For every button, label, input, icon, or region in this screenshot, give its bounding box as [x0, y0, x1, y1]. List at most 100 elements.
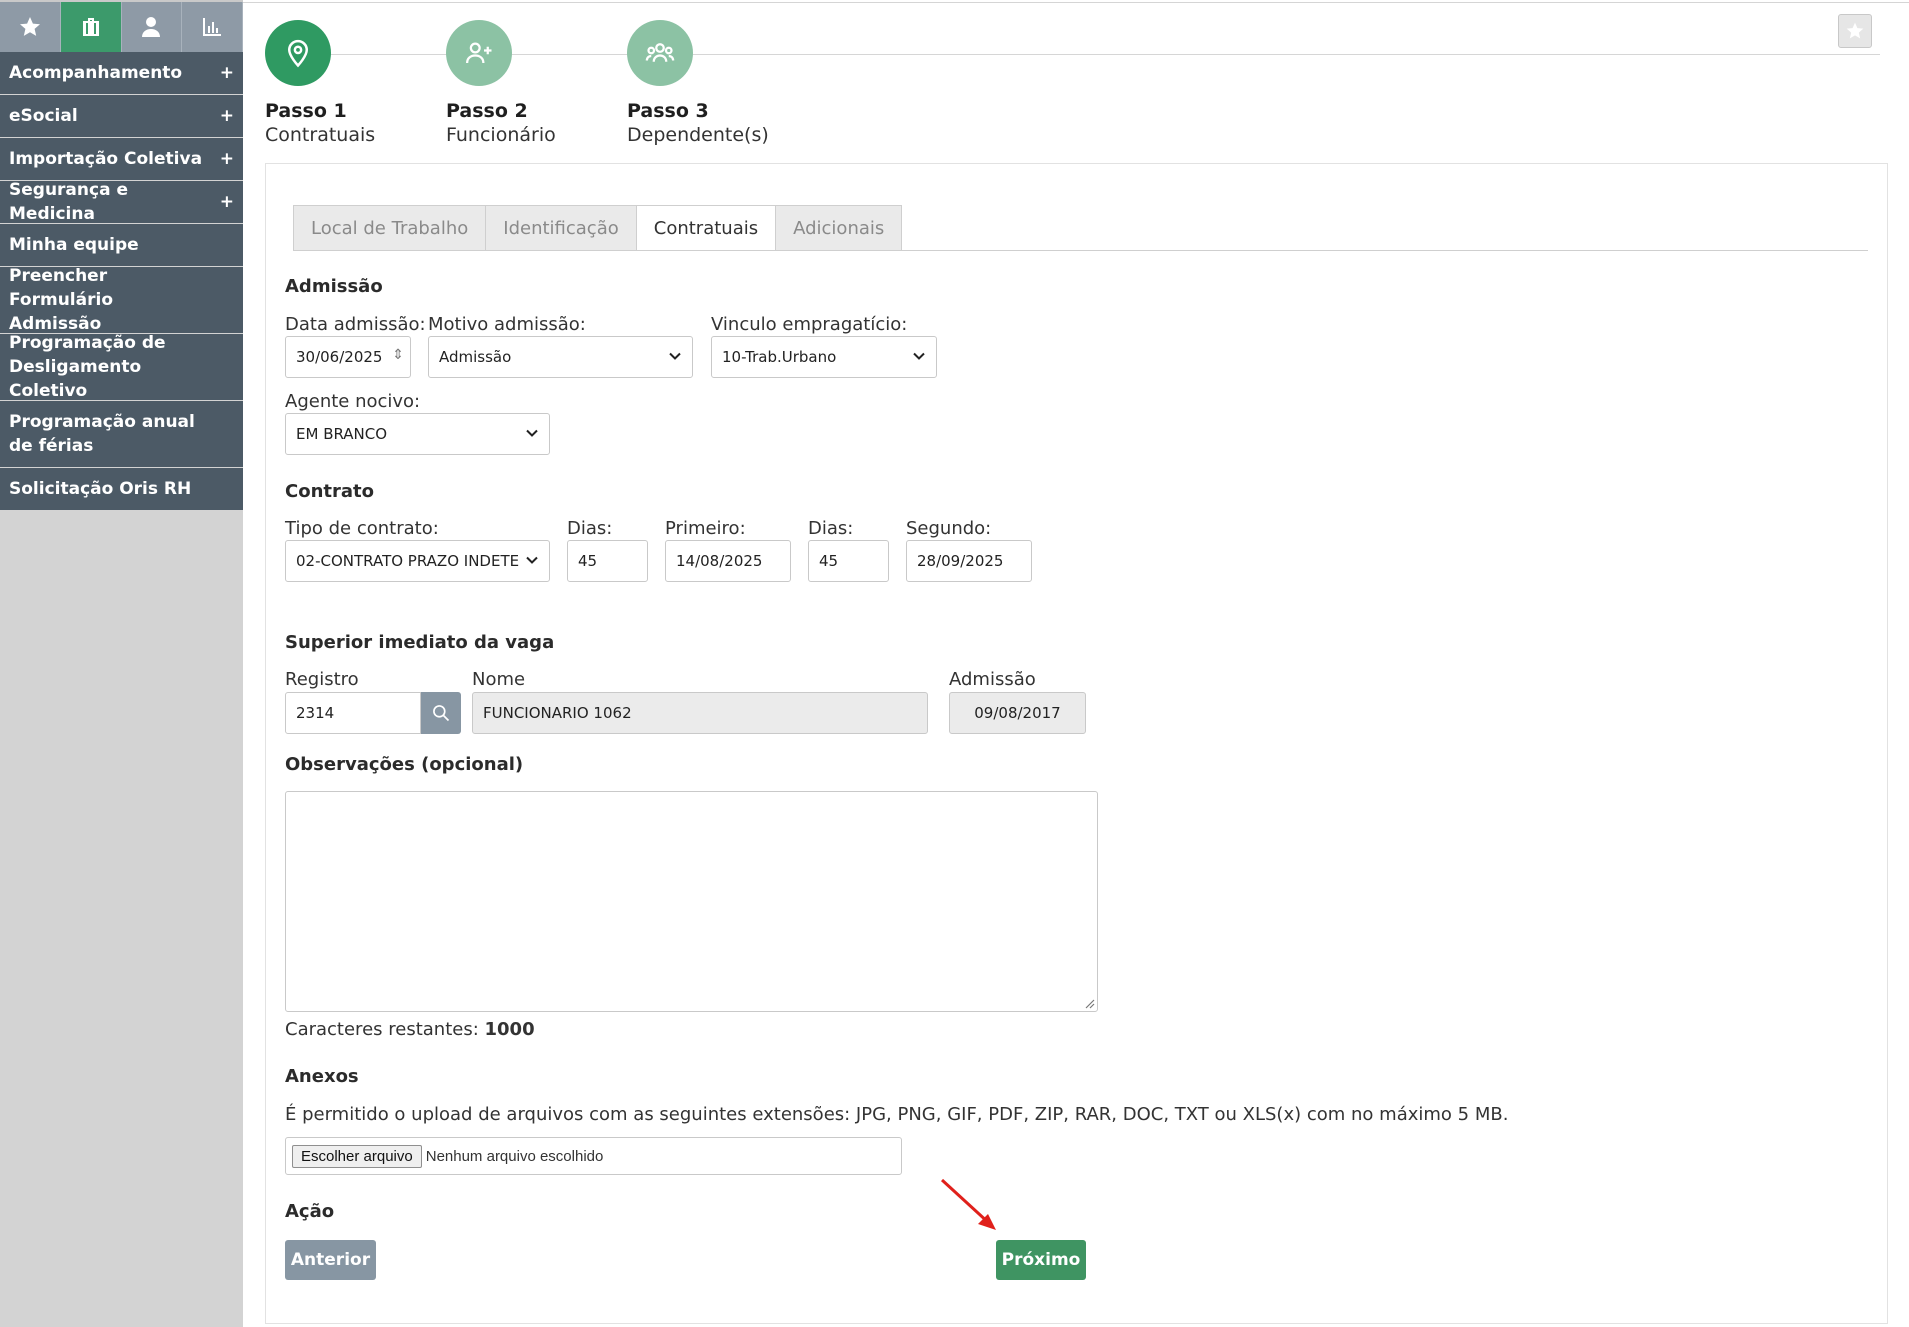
tipo-contrato-select[interactable]: 02-CONTRATO PRAZO INDETE	[285, 540, 550, 582]
anterior-button[interactable]: Anterior	[285, 1240, 376, 1280]
tab-local-de-trabalho[interactable]: Local de Trabalho	[293, 205, 487, 250]
agente-nocivo-label: Agente nocivo:	[285, 391, 421, 412]
favorite-button[interactable]	[1838, 14, 1872, 48]
dias-1-input[interactable]: 45	[567, 540, 648, 582]
calendar-spinner-icon: ⇕	[392, 347, 404, 363]
data-admissao-label: Data admissão:	[285, 314, 426, 335]
chevron-down-icon	[669, 352, 681, 360]
nome-label: Nome	[472, 669, 526, 690]
tab-adicionais[interactable]: Adicionais	[775, 205, 903, 250]
file-status-text: Nenhum arquivo escolhido	[425, 1147, 604, 1165]
primeiro-input[interactable]: 14/08/2025	[665, 540, 791, 582]
tab-contratuais[interactable]: Contratuais	[635, 205, 777, 250]
chart-tab[interactable]	[182, 2, 243, 52]
resize-handle-icon[interactable]	[1083, 997, 1095, 1009]
briefcase-icon	[82, 18, 99, 36]
superior-section-title: Superior imediato da vaga	[285, 632, 555, 653]
step-1[interactable]: Passo 1 Contratuais	[265, 20, 465, 146]
segundo-label: Segundo:	[906, 518, 992, 539]
proximo-button[interactable]: Próximo	[996, 1240, 1086, 1280]
step-1-title: Passo 1	[265, 100, 347, 122]
sidebar-item-label: Programação anual de férias	[9, 412, 195, 456]
contrato-section-title: Contrato	[285, 481, 374, 502]
favorites-tab[interactable]	[0, 2, 61, 52]
sidebar-item-programacao-ferias[interactable]: Programação anual de férias	[0, 401, 243, 468]
motivo-admissao-value: Admissão	[439, 348, 512, 366]
vinculo-value: 10-Trab.Urbano	[722, 348, 837, 366]
briefcase-tab[interactable]	[60, 2, 122, 52]
sidebar-item-preencher-formulario[interactable]: Preencher Formulário Admissão	[0, 266, 243, 334]
expand-plus-icon: +	[219, 192, 234, 212]
registro-input[interactable]: 2314	[285, 692, 421, 734]
nome-field: FUNCIONARIO 1062	[472, 692, 928, 734]
sidebar-item-label: Segurança e Medicina	[9, 180, 128, 224]
sidebar-item-esocial[interactable]: eSocial +	[0, 95, 243, 138]
superior-admissao-label: Admissão	[949, 669, 1036, 690]
sidebar-item-solicitacao-oris[interactable]: Solicitação Oris RH	[0, 468, 243, 511]
step-3-circle	[627, 20, 693, 86]
sidebar-item-label: Solicitação Oris RH	[9, 479, 192, 499]
tipo-contrato-label: Tipo de contrato:	[285, 518, 439, 539]
sidebar-item-seguranca-medicina[interactable]: Segurança e Medicina +	[0, 180, 243, 224]
form-tabs: Local de Trabalho Identificação Contratu…	[293, 205, 903, 250]
tab-identificacao[interactable]: Identificação	[485, 205, 637, 250]
step-1-circle	[265, 20, 331, 86]
sidebar-item-acompanhamento[interactable]: Acompanhamento +	[0, 52, 243, 95]
bar-chart-icon	[203, 18, 222, 36]
data-admissao-value: 30/06/2025	[296, 348, 383, 366]
vinculo-label: Vinculo empragatício:	[711, 314, 908, 335]
step-3[interactable]: Passo 3 Dependente(s)	[627, 20, 827, 146]
admissao-section-title: Admissão	[285, 276, 383, 297]
dias-2-value: 45	[819, 552, 839, 570]
agente-nocivo-select[interactable]: EM BRANCO	[285, 413, 550, 455]
annotation-arrow-icon	[940, 1178, 996, 1230]
sidebar-item-label: eSocial	[9, 106, 78, 126]
data-admissao-input[interactable]: 30/06/2025 ⇕	[285, 336, 411, 378]
observacoes-section-title: Observações (opcional)	[285, 754, 524, 775]
dias-1-label: Dias:	[567, 518, 613, 539]
superior-admissao-value: 09/08/2017	[974, 704, 1061, 722]
step-2-circle	[446, 20, 512, 86]
step-3-subtitle: Dependente(s)	[627, 124, 769, 146]
anexos-section-title: Anexos	[285, 1066, 359, 1087]
dias-2-input[interactable]: 45	[808, 540, 889, 582]
dias-1-value: 45	[578, 552, 598, 570]
sidebar-item-desligamento-coletivo[interactable]: Programação de Desligamento Coletivo	[0, 333, 243, 401]
vinculo-select[interactable]: 10-Trab.Urbano	[711, 336, 937, 378]
group-icon	[645, 43, 675, 62]
user-add-icon	[466, 42, 492, 64]
sidebar-topbar	[0, 0, 243, 52]
expand-plus-icon: +	[219, 106, 234, 126]
sidebar-item-minha-equipe[interactable]: Minha equipe	[0, 224, 243, 267]
anexos-info-text: É permitido o upload de arquivos com as …	[285, 1104, 1509, 1125]
search-registro-button[interactable]	[421, 692, 461, 734]
step-2[interactable]: Passo 2 Funcionário	[446, 20, 646, 146]
observacoes-textarea[interactable]	[285, 791, 1098, 1012]
star-icon	[19, 17, 40, 36]
nome-value: FUNCIONARIO 1062	[483, 704, 632, 722]
step-2-subtitle: Funcionário	[446, 124, 556, 146]
sidebar: Acompanhamento + eSocial + Importação Co…	[0, 0, 243, 1327]
user-tab[interactable]	[121, 2, 183, 52]
sidebar-item-importacao-coletiva[interactable]: Importação Coletiva +	[0, 138, 243, 181]
chevron-down-icon	[526, 556, 538, 564]
choose-file-button[interactable]: Escolher arquivo	[292, 1144, 422, 1168]
file-upload-field[interactable]: Escolher arquivo Nenhum arquivo escolhid…	[285, 1137, 902, 1175]
superior-admissao-field: 09/08/2017	[949, 692, 1086, 734]
tipo-contrato-value: 02-CONTRATO PRAZO INDETE	[296, 552, 520, 570]
user-icon	[142, 17, 161, 37]
chevron-down-icon	[913, 352, 925, 360]
motivo-admissao-select[interactable]: Admissão	[428, 336, 693, 378]
segundo-input[interactable]: 28/09/2025	[906, 540, 1032, 582]
caracteres-restantes-label: Caracteres restantes:	[285, 1019, 479, 1040]
search-icon	[433, 705, 450, 722]
agente-nocivo-value: EM BRANCO	[296, 425, 388, 443]
step-2-title: Passo 2	[446, 100, 528, 122]
segundo-value: 28/09/2025	[917, 552, 1004, 570]
step-3-title: Passo 3	[627, 100, 709, 122]
step-1-subtitle: Contratuais	[265, 124, 376, 146]
sidebar-item-label: Preencher Formulário Admissão	[9, 266, 113, 334]
tabs-divider	[293, 250, 1868, 251]
acao-section-title: Ação	[285, 1201, 335, 1222]
chevron-down-icon	[526, 429, 538, 437]
